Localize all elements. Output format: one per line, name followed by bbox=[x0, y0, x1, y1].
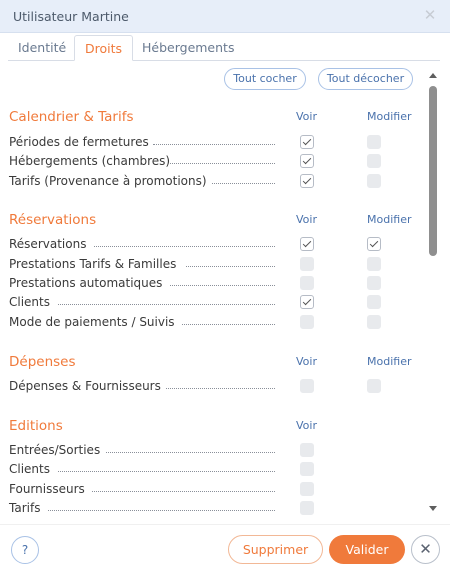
row-label: Entrées/Sorties bbox=[9, 443, 101, 457]
leader-dots bbox=[92, 491, 275, 492]
row-label: Clients bbox=[9, 295, 50, 309]
section-title-depenses: Dépenses bbox=[9, 354, 76, 370]
section-title-calendrier: Calendrier & Tarifs bbox=[9, 109, 134, 125]
leader-dots bbox=[58, 304, 275, 305]
row-label: Fournisseurs bbox=[9, 482, 85, 496]
checkbox-view[interactable] bbox=[300, 276, 314, 290]
check-all-button[interactable]: Tout cocher bbox=[224, 68, 306, 90]
checkbox-edit[interactable] bbox=[367, 295, 381, 309]
checkbox-edit[interactable] bbox=[367, 135, 381, 149]
checkbox-edit[interactable] bbox=[367, 174, 381, 188]
row-label: Clients bbox=[9, 462, 50, 476]
checkbox-edit[interactable] bbox=[367, 154, 381, 168]
cancel-close-button[interactable]: ✕ bbox=[411, 535, 440, 564]
close-icon[interactable]: ✕ bbox=[422, 7, 438, 23]
row-label: Prestations Tarifs & Familles bbox=[9, 257, 177, 271]
col-head-view: Voir bbox=[296, 110, 317, 123]
row-label: Tarifs (Provenance à promotions) bbox=[9, 174, 207, 188]
checkbox-view[interactable] bbox=[300, 257, 314, 271]
leader-dots bbox=[166, 388, 275, 389]
checkbox-edit[interactable] bbox=[367, 257, 381, 271]
scrollbar-thumb[interactable] bbox=[429, 86, 437, 256]
checkbox-view[interactable] bbox=[300, 154, 314, 168]
leader-dots bbox=[212, 183, 275, 184]
col-head-edit: Modifier bbox=[367, 355, 412, 368]
checkbox-edit[interactable] bbox=[367, 276, 381, 290]
leader-dots bbox=[182, 324, 275, 325]
leader-dots bbox=[94, 246, 275, 247]
leader-dots bbox=[153, 144, 275, 145]
checkbox-view[interactable] bbox=[300, 379, 314, 393]
checkbox-edit[interactable] bbox=[367, 379, 381, 393]
row-label: Mode de paiements / Suivis bbox=[9, 315, 175, 329]
col-head-edit: Modifier bbox=[367, 213, 412, 226]
leader-dots bbox=[58, 471, 275, 472]
dialog-titlebar: Utilisateur Martine ✕ bbox=[0, 0, 450, 33]
tab-hebergements[interactable]: Hébergements bbox=[132, 35, 244, 61]
checkbox-view[interactable] bbox=[300, 482, 314, 496]
row-label: Réservations bbox=[9, 237, 87, 251]
leader-dots bbox=[170, 285, 275, 286]
leader-dots bbox=[186, 266, 275, 267]
row-label: Périodes de fermetures bbox=[9, 135, 149, 149]
leader-dots bbox=[170, 163, 275, 164]
section-title-reservations: Réservations bbox=[9, 212, 97, 228]
col-head-view: Voir bbox=[296, 213, 317, 226]
uncheck-all-button[interactable]: Tout décocher bbox=[318, 68, 413, 90]
footer-divider bbox=[0, 524, 450, 525]
leader-dots bbox=[48, 510, 275, 511]
row-label: Hébergements (chambres) bbox=[9, 154, 171, 168]
tab-droits[interactable]: Droits bbox=[74, 35, 134, 61]
tab-identite[interactable]: Identité bbox=[8, 35, 76, 61]
col-head-edit: Modifier bbox=[367, 110, 412, 123]
checkbox-view[interactable] bbox=[300, 462, 314, 476]
checkbox-view[interactable] bbox=[300, 315, 314, 329]
checkbox-view[interactable] bbox=[300, 443, 314, 457]
col-head-view: Voir bbox=[296, 419, 317, 432]
section-title-editions: Editions bbox=[9, 418, 63, 434]
checkbox-edit[interactable] bbox=[367, 315, 381, 329]
delete-button[interactable]: Supprimer bbox=[228, 535, 323, 564]
scroll-up-icon[interactable] bbox=[429, 73, 437, 78]
help-button[interactable]: ? bbox=[11, 536, 39, 564]
checkbox-view[interactable] bbox=[300, 237, 314, 251]
scroll-down-icon[interactable] bbox=[429, 506, 437, 511]
checkbox-view[interactable] bbox=[300, 174, 314, 188]
checkbox-view[interactable] bbox=[300, 295, 314, 309]
checkbox-edit[interactable] bbox=[367, 237, 381, 251]
dialog-title: Utilisateur Martine bbox=[13, 9, 129, 24]
leader-dots bbox=[106, 452, 275, 453]
row-label: Prestations automatiques bbox=[9, 276, 163, 290]
validate-button[interactable]: Valider bbox=[329, 535, 405, 564]
checkbox-view[interactable] bbox=[300, 501, 314, 515]
checkbox-view[interactable] bbox=[300, 135, 314, 149]
tab-bar: Identité Droits Hébergements bbox=[8, 35, 440, 61]
row-label: Dépenses & Fournisseurs bbox=[9, 379, 161, 393]
row-label: Tarifs bbox=[9, 501, 41, 515]
col-head-view: Voir bbox=[296, 355, 317, 368]
